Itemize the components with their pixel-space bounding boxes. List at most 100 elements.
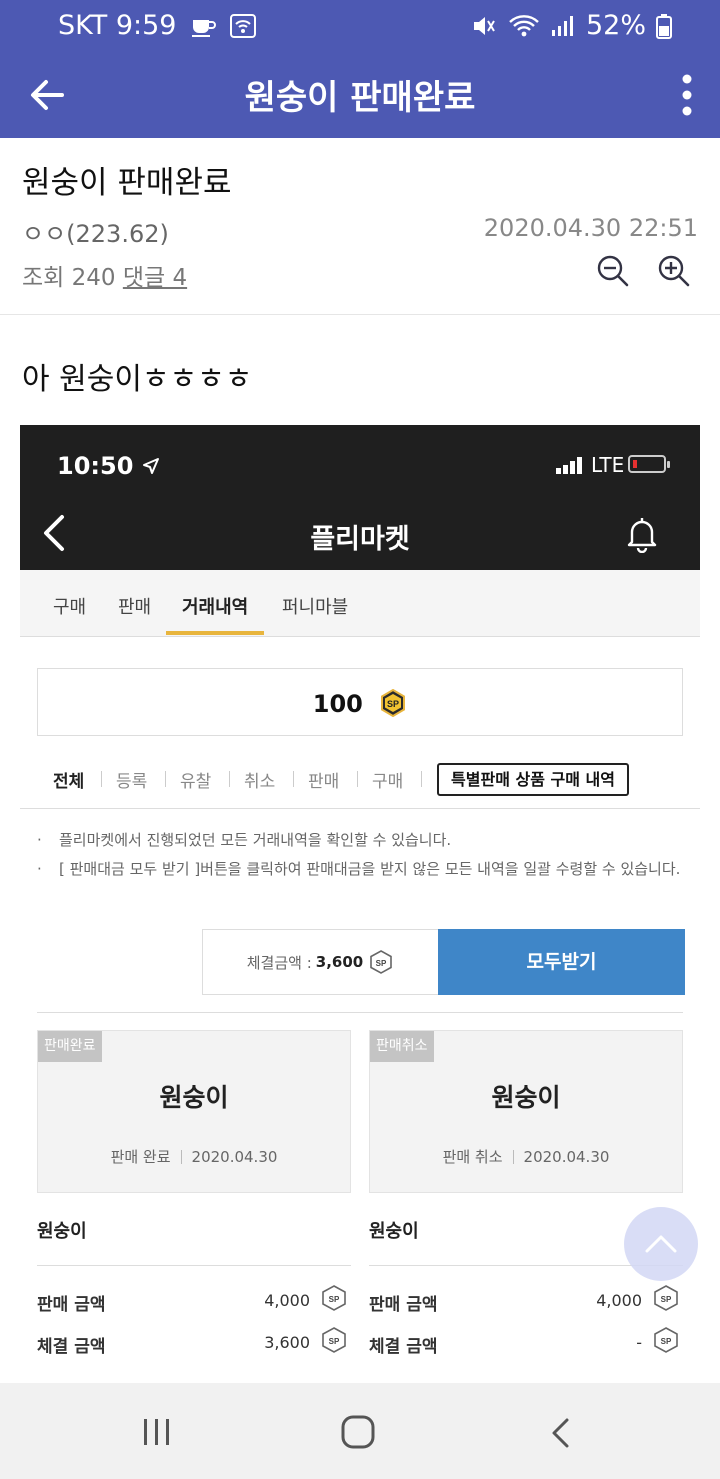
sp-icon: SP xyxy=(322,1327,346,1353)
filter-separator xyxy=(357,771,358,787)
filter-all[interactable]: 전체 xyxy=(53,767,84,792)
settlement-label: 체결금액 : xyxy=(246,953,312,972)
item-name: 원숭이 xyxy=(369,1221,419,1242)
embedded-screenshot: 10:50 LTE 플리마켓 구매 판매 거래내역 퍼니마블 100 SP 전체… xyxy=(20,425,700,1383)
sp-icon: SP xyxy=(654,1285,678,1311)
svg-text:SP: SP xyxy=(661,1295,672,1304)
svg-text:SP: SP xyxy=(387,699,399,709)
comment-count-link[interactable]: 댓글 4 xyxy=(123,265,187,291)
sp-icon: SP xyxy=(370,950,393,974)
bell-icon[interactable] xyxy=(625,515,659,553)
card-date: 2020.04.30 xyxy=(191,1148,278,1166)
tab-buy[interactable]: 구매 xyxy=(53,593,86,619)
embedded-title: 플리마켓 xyxy=(310,524,410,555)
tab-funny-marble[interactable]: 퍼니마블 xyxy=(282,593,348,619)
notice-item: [ 판매대금 모두 받기 ]버튼을 클릭하여 판매대금을 받지 않은 모든 내역… xyxy=(37,858,687,881)
card-item-name: 원숭이 xyxy=(159,1083,229,1112)
wifi-box-icon xyxy=(230,13,257,38)
svg-text:SP: SP xyxy=(329,1295,340,1304)
more-options-icon[interactable] xyxy=(680,72,694,118)
zoom-in-icon[interactable] xyxy=(657,254,691,288)
trade-card-sold[interactable]: 판매완료 원숭이 판매 완료 2020.04.30 xyxy=(37,1030,351,1193)
notice-list: 플리마켓에서 진행되었던 모든 거래내역을 확인할 수 있습니다. [ 판매대금… xyxy=(37,829,687,887)
svg-text:SP: SP xyxy=(661,1337,672,1346)
sp-icon: SP xyxy=(654,1327,678,1353)
filter-bought[interactable]: 구매 xyxy=(372,767,403,792)
special-sale-history-button[interactable]: 특별판매 상품 구매 내역 xyxy=(437,763,629,796)
battery-percent: 52% xyxy=(585,10,646,41)
home-icon[interactable] xyxy=(341,1415,375,1449)
sp-coin-icon: SP xyxy=(381,689,406,717)
filter-separator xyxy=(293,771,294,787)
card-status-line: 판매 취소 2020.04.30 xyxy=(370,1146,682,1167)
status-badge: 판매완료 xyxy=(38,1031,102,1062)
scroll-to-top-button[interactable] xyxy=(624,1207,698,1281)
recent-apps-icon[interactable] xyxy=(141,1417,173,1447)
chevron-up-icon xyxy=(645,1235,677,1253)
card-status: 판매 취소 xyxy=(442,1148,503,1166)
deal-amount-label: 체결 금액 xyxy=(37,1337,106,1357)
app-bar-title: 원숭이 판매완료 xyxy=(244,78,476,118)
card-date: 2020.04.30 xyxy=(523,1148,610,1166)
wifi-icon xyxy=(509,14,539,36)
card-status-line: 판매 완료 2020.04.30 xyxy=(38,1146,350,1167)
sale-amount-value: 4,000 xyxy=(264,1291,310,1310)
embedded-tabs: 구매 판매 거래내역 퍼니마블 xyxy=(20,570,700,637)
carrier-time: SKT 9:59 xyxy=(58,10,177,41)
receive-all-button[interactable]: 모두받기 xyxy=(438,929,685,995)
embedded-header: 10:50 LTE 플리마켓 xyxy=(20,425,700,570)
post-body-text: 아 원숭이ㅎㅎㅎㅎ xyxy=(22,362,253,397)
zoom-out-icon[interactable] xyxy=(596,254,630,288)
item-divider xyxy=(37,1265,351,1266)
location-arrow-icon xyxy=(142,458,159,474)
sale-amount-label: 판매 금액 xyxy=(369,1295,438,1315)
battery-icon xyxy=(656,13,672,39)
embedded-signal-icon xyxy=(556,457,582,474)
coffee-icon xyxy=(192,19,217,37)
post-title: 원숭이 판매완료 xyxy=(22,165,232,201)
settlement-amount: 체결금액 : 3,600 SP xyxy=(203,930,437,994)
deal-amount-value: - xyxy=(636,1333,642,1352)
embedded-battery-tip xyxy=(667,461,670,468)
post-meta: 조회 240 댓글 4 xyxy=(22,258,187,292)
sale-amount-label: 판매 금액 xyxy=(37,1295,106,1315)
post-datetime: 2020.04.30 22:51 xyxy=(483,214,698,242)
settlement-value: 3,600 xyxy=(315,953,364,971)
filter-failed[interactable]: 유찰 xyxy=(180,767,211,792)
navigation-bar xyxy=(0,1383,720,1479)
svg-text:SP: SP xyxy=(329,1337,340,1346)
post-author[interactable]: ㅇㅇ(223.62) xyxy=(22,214,169,249)
filter-cancelled[interactable]: 취소 xyxy=(244,767,275,792)
filter-separator xyxy=(101,771,102,787)
filters-divider xyxy=(20,808,700,809)
embedded-battery-icon xyxy=(628,455,666,473)
section-divider xyxy=(37,1012,683,1013)
filter-separator xyxy=(421,771,422,787)
filter-registered[interactable]: 등록 xyxy=(116,767,147,792)
settlement-box: 체결금액 : 3,600 SP 모두받기 xyxy=(202,929,685,995)
app-bar: 원숭이 판매완료 xyxy=(0,52,720,138)
tab-sell[interactable]: 판매 xyxy=(118,593,151,619)
sp-icon: SP xyxy=(322,1285,346,1311)
history-filters: 전체 등록 유찰 취소 판매 구매 특별판매 상품 구매 내역 xyxy=(20,763,700,807)
card-item-name: 원숭이 xyxy=(491,1083,561,1112)
filter-sold[interactable]: 판매 xyxy=(308,767,339,792)
filter-separator xyxy=(229,771,230,787)
balance-value: 100 xyxy=(312,690,363,718)
svg-text:SP: SP xyxy=(376,959,387,968)
header-divider xyxy=(0,314,720,315)
deal-amount-label: 체결 금액 xyxy=(369,1337,438,1357)
balance-box: 100 SP xyxy=(37,668,683,736)
tab-history[interactable]: 거래내역 xyxy=(182,593,248,619)
sale-amount-value: 4,000 xyxy=(596,1291,642,1310)
embedded-network: LTE xyxy=(591,453,625,477)
trade-card-cancelled[interactable]: 판매취소 원숭이 판매 취소 2020.04.30 xyxy=(369,1030,683,1193)
status-badge: 판매취소 xyxy=(370,1031,434,1062)
nav-back-icon[interactable] xyxy=(549,1417,571,1449)
view-count: 조회 240 xyxy=(22,265,116,291)
card-status: 판매 완료 xyxy=(110,1148,171,1166)
deal-amount-value: 3,600 xyxy=(264,1333,310,1352)
status-bar: SKT 9:59 52% xyxy=(0,0,720,52)
embedded-time: 10:50 xyxy=(57,452,160,480)
filter-separator xyxy=(165,771,166,787)
